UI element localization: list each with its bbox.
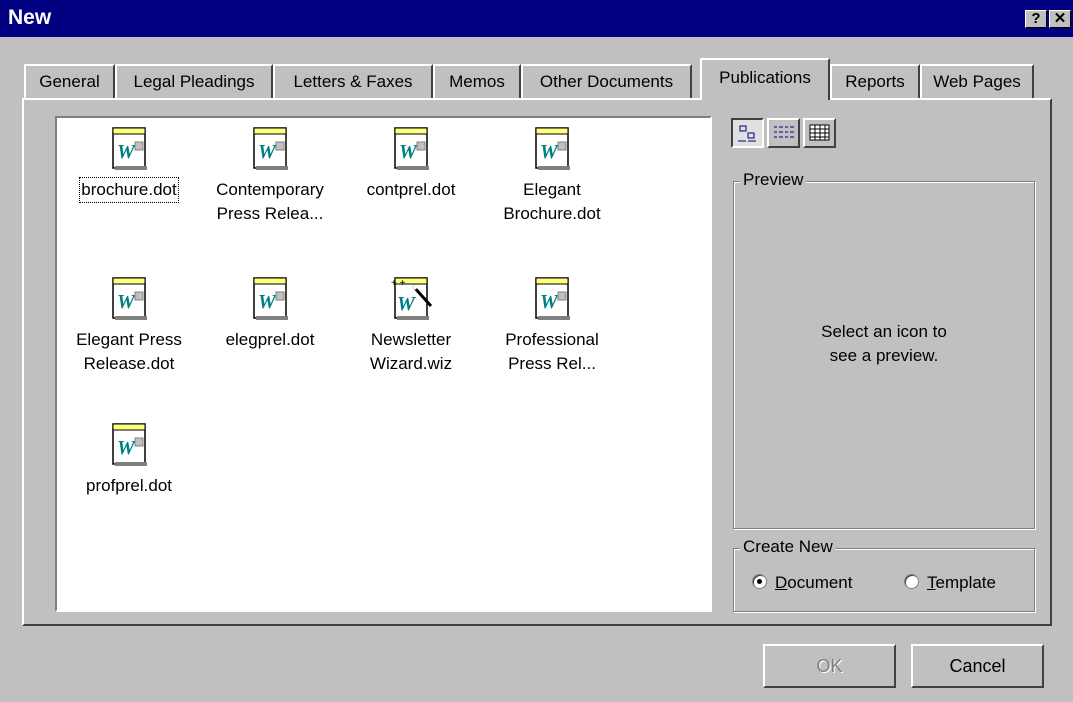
item-label-2: Release.dot: [83, 354, 175, 373]
document-radio[interactable]: Document: [752, 573, 852, 593]
template-list[interactable]: W brochure.dot W Contemporary Press Rele…: [55, 116, 712, 612]
svg-text:W: W: [117, 291, 136, 313]
cancel-button[interactable]: Cancel: [911, 644, 1044, 688]
preview-label: Preview: [740, 170, 807, 190]
list-item[interactable]: W Elegant Press Release.dot: [59, 272, 199, 376]
radio-unchecked-icon: [904, 574, 919, 589]
svg-text:W: W: [117, 141, 136, 163]
large-icons-view-icon: [738, 125, 756, 142]
word-template-icon: W: [112, 277, 147, 320]
svg-text:W: W: [258, 291, 277, 313]
help-button[interactable]: ?: [1025, 10, 1047, 28]
close-button[interactable]: ✕: [1049, 10, 1071, 28]
word-template-icon: W: [535, 277, 570, 320]
item-label-2: Brochure.dot: [503, 204, 601, 223]
item-label: profprel.dot: [86, 476, 172, 495]
details-view-icon: [809, 124, 830, 141]
list-item[interactable]: W elegprel.dot: [200, 272, 340, 352]
preview-message-line2: see a preview.: [829, 346, 939, 365]
list-view-button[interactable]: [767, 118, 800, 148]
word-template-icon: W: [253, 277, 288, 320]
word-wizard-icon: W + +: [391, 277, 433, 320]
item-label: brochure.dot: [79, 177, 179, 203]
item-label: Professional: [505, 330, 599, 349]
item-label: elegprel.dot: [225, 330, 315, 349]
tab-general[interactable]: General: [24, 64, 115, 98]
word-template-icon: W: [112, 423, 147, 466]
item-label: contprel.dot: [366, 180, 456, 199]
window-title: New: [8, 6, 52, 29]
item-label: Contemporary: [216, 180, 324, 199]
template-radio[interactable]: Template: [904, 573, 996, 593]
item-label-2: Press Relea...: [216, 204, 324, 223]
word-template-icon: W: [535, 127, 570, 170]
tab-letters-faxes[interactable]: Letters & Faxes: [273, 64, 433, 98]
create-new-label: Create New: [740, 537, 836, 557]
word-template-icon: W: [253, 127, 288, 170]
tab-memos[interactable]: Memos: [433, 64, 521, 98]
list-item[interactable]: W profprel.dot: [59, 418, 199, 498]
list-view-icon: [774, 126, 794, 138]
list-item[interactable]: W Contemporary Press Relea...: [200, 122, 340, 226]
list-item[interactable]: W Professional Press Rel...: [482, 272, 622, 376]
document-mnemonic: D: [775, 573, 788, 592]
radio-checked-icon: [752, 574, 767, 589]
tab-other-documents[interactable]: Other Documents: [521, 64, 692, 98]
title-bar[interactable]: New ? ✕: [0, 0, 1073, 37]
document-label: ocument: [787, 573, 853, 592]
word-template-icon: W: [394, 127, 429, 170]
svg-text:+ +: + +: [391, 278, 406, 289]
tab-legal-pleadings[interactable]: Legal Pleadings: [115, 64, 273, 98]
list-item[interactable]: W + + Newsletter Wizard.wiz: [341, 272, 481, 376]
new-dialog: New ? ✕ General Legal Pleadings Letters …: [0, 0, 1073, 702]
tab-web-pages[interactable]: Web Pages: [920, 64, 1034, 98]
item-label-2: Press Rel...: [508, 354, 596, 373]
item-label-2: Wizard.wiz: [369, 354, 453, 373]
ok-button[interactable]: OK: [763, 644, 896, 688]
preview-message-line1: Select an icon to: [821, 322, 947, 341]
word-template-icon: W: [112, 127, 147, 170]
svg-text:W: W: [540, 291, 559, 313]
item-label: Elegant Press: [76, 330, 182, 349]
list-item[interactable]: W contprel.dot: [341, 122, 481, 202]
tab-reports[interactable]: Reports: [830, 64, 920, 98]
preview-message: Select an icon to see a preview.: [734, 320, 1034, 368]
list-item[interactable]: W brochure.dot: [59, 122, 199, 203]
preview-group: Preview Select an icon to see a preview.: [733, 170, 1035, 529]
details-view-button[interactable]: [803, 118, 836, 148]
create-new-group: Create New Document Template: [733, 537, 1035, 612]
template-mnemonic: T: [927, 573, 936, 592]
svg-text:W: W: [117, 437, 136, 459]
svg-text:W: W: [399, 141, 418, 163]
item-label: Newsletter: [370, 330, 452, 349]
svg-text:W: W: [540, 141, 559, 163]
large-icons-view-button[interactable]: [731, 118, 764, 148]
list-item[interactable]: W Elegant Brochure.dot: [482, 122, 622, 226]
svg-text:W: W: [397, 293, 416, 315]
tab-publications[interactable]: Publications: [700, 58, 830, 100]
svg-text:W: W: [258, 141, 277, 163]
item-label: Elegant: [523, 180, 581, 199]
template-label: emplate: [935, 573, 996, 592]
